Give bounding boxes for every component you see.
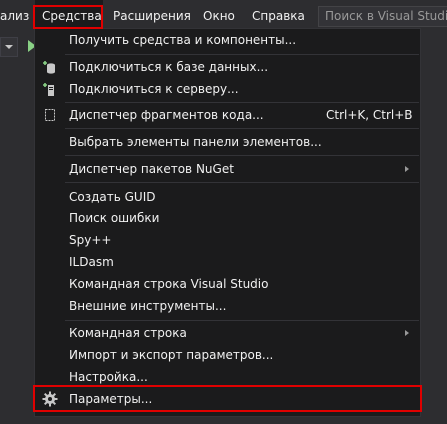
menu-item-label: ILDasm bbox=[69, 255, 114, 269]
configuration-dropdown[interactable] bbox=[0, 37, 18, 57]
menu-item-spy[interactable]: Spy++ bbox=[36, 229, 420, 251]
menu-item-external-tools[interactable]: Внешние инструменты... bbox=[36, 295, 420, 317]
server-connect-icon bbox=[42, 81, 58, 97]
menu-separator bbox=[65, 54, 419, 55]
menu-item-label: Диспетчер фрагментов кода... bbox=[69, 108, 264, 122]
database-connect-icon bbox=[42, 59, 58, 75]
menu-item-label: Выбрать элементы панели элементов... bbox=[69, 135, 322, 149]
menu-item-error-lookup[interactable]: Поиск ошибки bbox=[36, 207, 420, 229]
toolbar-strip bbox=[0, 32, 34, 424]
menu-item-label: Поиск ошибки bbox=[69, 211, 160, 225]
menu-item-connect-server[interactable]: Подключиться к серверу... bbox=[36, 78, 420, 100]
menu-item-shortcut: Ctrl+K, Ctrl+B bbox=[326, 108, 413, 122]
menu-item-options[interactable]: Параметры... bbox=[36, 388, 420, 410]
menu-item-connect-database[interactable]: Подключиться к базе данных... bbox=[36, 56, 420, 78]
menu-item-label: Подключиться к серверу... bbox=[69, 82, 239, 96]
menu-separator bbox=[65, 155, 419, 156]
tools-dropdown-menu: Получить средства и компоненты... Подклю… bbox=[34, 28, 421, 417]
chevron-right-icon bbox=[405, 330, 409, 336]
chevron-right-icon bbox=[405, 166, 409, 172]
chevron-down-icon bbox=[5, 45, 13, 49]
menu-analyze[interactable]: ализ bbox=[0, 0, 29, 32]
menu-separator bbox=[65, 102, 419, 103]
menu-item-label: Настройка... bbox=[69, 370, 148, 384]
menu-item-customize[interactable]: Настройка... bbox=[36, 366, 420, 388]
menu-item-import-export[interactable]: Импорт и экспорт параметров... bbox=[36, 344, 420, 366]
menu-item-choose-toolbox-items[interactable]: Выбрать элементы панели элементов... bbox=[36, 131, 420, 153]
gear-icon bbox=[42, 391, 58, 407]
menu-item-command-line[interactable]: Командная строка bbox=[36, 322, 420, 344]
menu-item-label: Параметры... bbox=[69, 392, 153, 406]
menu-item-label: Импорт и экспорт параметров... bbox=[69, 348, 274, 362]
code-snippet-icon bbox=[42, 107, 58, 123]
menu-item-snippets-manager[interactable]: Диспетчер фрагментов кода... Ctrl+K, Ctr… bbox=[36, 104, 420, 126]
menu-item-create-guid[interactable]: Создать GUID bbox=[36, 186, 420, 208]
menu-item-label: Внешние инструменты... bbox=[69, 299, 227, 313]
menu-item-label: Spy++ bbox=[69, 233, 112, 247]
menu-item-label: Командная строка bbox=[69, 326, 187, 340]
menu-item-nuget[interactable]: Диспетчер пакетов NuGet bbox=[36, 158, 420, 180]
menu-item-get-tools[interactable]: Получить средства и компоненты... bbox=[36, 29, 420, 51]
menu-separator bbox=[65, 128, 419, 129]
search-input[interactable]: Поиск в Visual Studio bbox=[318, 6, 447, 27]
menu-item-label: Диспетчер пакетов NuGet bbox=[69, 162, 234, 176]
menu-item-vs-command-prompt[interactable]: Командная строка Visual Studio bbox=[36, 273, 420, 295]
menu-item-label: Получить средства и компоненты... bbox=[69, 33, 297, 47]
menu-separator bbox=[65, 182, 419, 183]
menu-item-label: Подключиться к базе данных... bbox=[69, 60, 269, 74]
menu-item-label: Создать GUID bbox=[69, 190, 156, 204]
menu-item-label: Командная строка Visual Studio bbox=[69, 277, 269, 291]
menu-item-ildasm[interactable]: ILDasm bbox=[36, 251, 420, 273]
menu-separator bbox=[65, 320, 419, 321]
